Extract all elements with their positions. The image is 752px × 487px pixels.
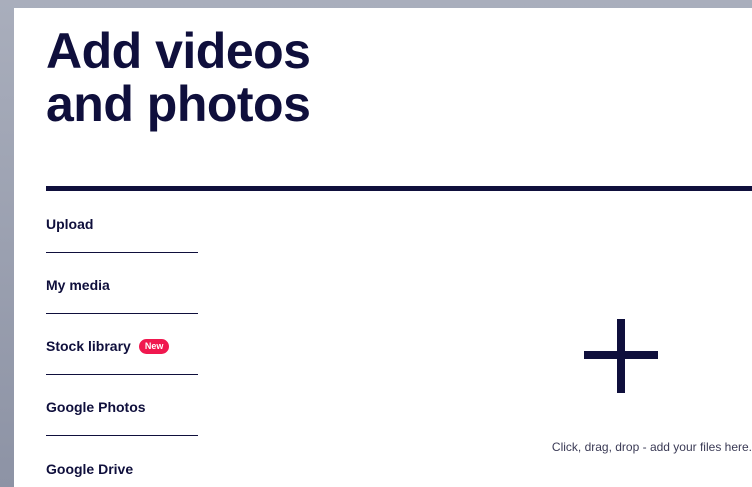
sidebar-item-google-photos[interactable]: Google Photos bbox=[46, 375, 198, 436]
new-badge: New bbox=[138, 338, 170, 354]
add-media-modal: Add videos and photos Upload My media St… bbox=[14, 8, 752, 487]
plus-icon[interactable] bbox=[584, 319, 658, 393]
page-title: Add videos and photos bbox=[46, 23, 311, 132]
sidebar-item-label: Upload bbox=[46, 216, 94, 232]
sidebar-item-upload[interactable]: Upload bbox=[46, 192, 198, 253]
title-divider bbox=[46, 186, 752, 191]
sidebar-item-label: Google Drive bbox=[46, 460, 134, 477]
file-drop-zone[interactable]: Click, drag, drop - add your files here. bbox=[198, 192, 752, 487]
sidebar-item-google-drive[interactable]: Google Drive bbox=[46, 436, 198, 487]
source-sidebar: Upload My media Stock library New Google… bbox=[46, 192, 198, 487]
sidebar-item-label: My media bbox=[46, 277, 110, 293]
plus-icon-vertical-bar bbox=[617, 319, 625, 393]
sidebar-item-label: Google Photos bbox=[46, 399, 146, 415]
sidebar-item-my-media[interactable]: My media bbox=[46, 253, 198, 314]
drop-hint-text: Click, drag, drop - add your files here. bbox=[551, 440, 752, 454]
sidebar-item-stock-library[interactable]: Stock library New bbox=[46, 314, 198, 375]
sidebar-item-label: Stock library bbox=[46, 338, 131, 354]
